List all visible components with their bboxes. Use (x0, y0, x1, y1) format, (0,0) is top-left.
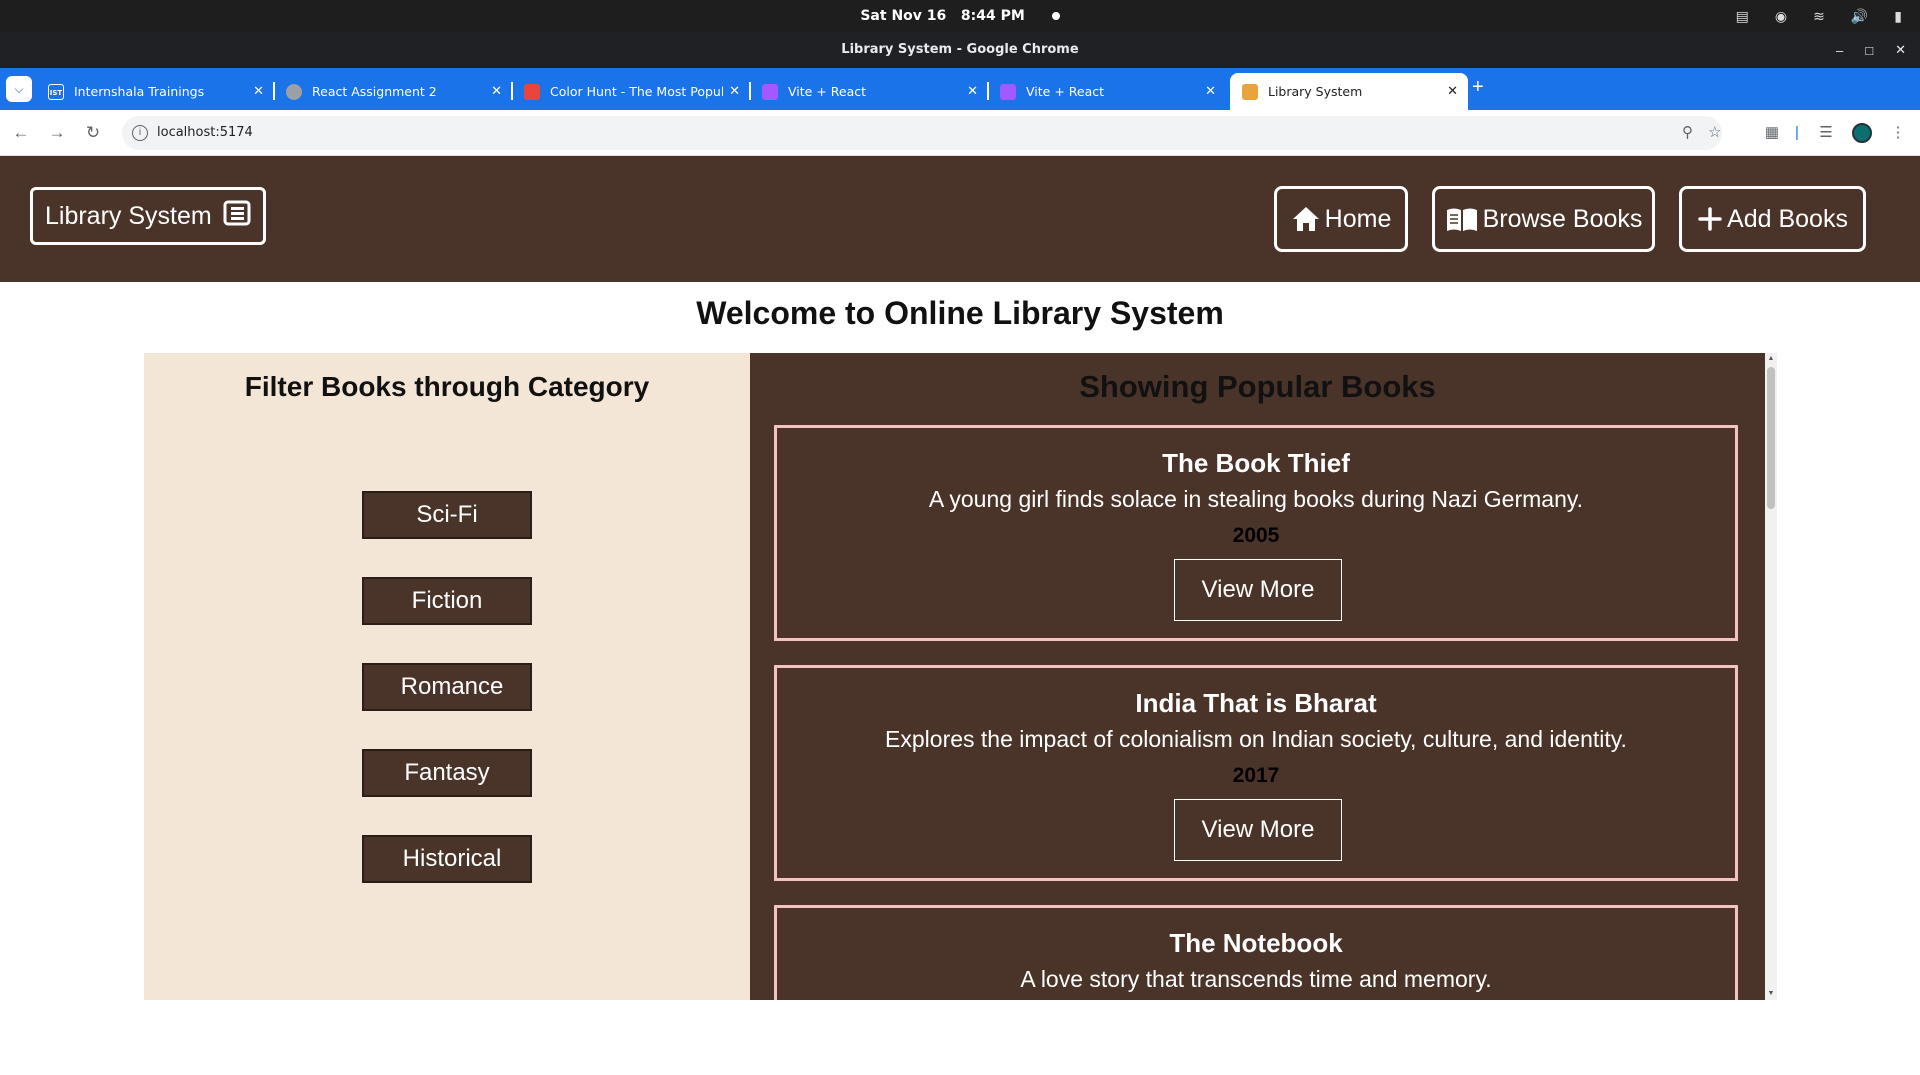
address-bar[interactable]: i localhost:5174 ⚲ ☆ (122, 116, 1722, 150)
scroll-up-arrow-icon[interactable]: ▲ (1765, 353, 1777, 365)
close-tab-icon[interactable]: ✕ (729, 84, 740, 99)
books-scrollbar[interactable]: ▲ ▼ (1765, 353, 1777, 1000)
category-fiction-button[interactable]: Fiction (362, 577, 532, 625)
tab-label: Vite + React (788, 84, 867, 99)
book-card: The Notebook A love story that transcend… (774, 905, 1738, 1000)
tab-internshala[interactable]: IST Internshala Trainings ✕ (36, 73, 275, 110)
site-info-icon[interactable]: i (132, 125, 148, 141)
back-arrow-icon[interactable]: ← (8, 120, 34, 146)
vite-favicon-icon (1000, 83, 1016, 100)
book-description: A young girl finds solace in stealing bo… (928, 486, 1584, 512)
library-favicon-icon (1242, 83, 1258, 100)
brand-name: Library System (45, 201, 212, 230)
nav-add-books-button[interactable]: Add Books (1679, 186, 1866, 252)
close-window-icon[interactable]: ✕ (1895, 42, 1906, 58)
reload-icon[interactable]: ↻ (80, 120, 106, 146)
clipboard-icon[interactable]: ▤ (1736, 8, 1749, 25)
book-description: Explores the impact of colonialism on In… (885, 726, 1627, 752)
category-sci-fi-button[interactable]: Sci-Fi (362, 491, 532, 539)
system-top-bar: Sat Nov 16 8:44 PM ▤ ◉ ≋ 🔊 ▮ (0, 0, 1920, 32)
tab-label: React Assignment 2 (312, 84, 437, 99)
internshala-favicon-icon: IST (48, 83, 64, 100)
tab-label: Internshala Trainings (74, 84, 205, 99)
chrome-menu-icon[interactable]: ⋮ (1886, 120, 1910, 146)
battery-icon[interactable]: ▮ (1894, 8, 1902, 25)
plus-icon (1697, 206, 1723, 232)
view-more-button[interactable]: View More (1174, 559, 1342, 621)
window-title-bar: Library System - Google Chrome – □ ✕ (0, 32, 1920, 68)
profile-avatar[interactable] (1852, 123, 1872, 143)
brand-logo-button[interactable]: Library System (30, 187, 266, 245)
discord-icon[interactable]: ◉ (1775, 8, 1787, 25)
book-title: The Notebook (1169, 928, 1343, 958)
page-title: Welcome to Online Library System (696, 295, 1224, 331)
close-tab-icon[interactable]: ✕ (967, 84, 978, 99)
tab-label: Library System (1268, 84, 1363, 99)
book-description: A love story that transcends time and me… (1020, 966, 1492, 992)
tab-vite-react-1[interactable]: Vite + React ✕ (750, 73, 989, 110)
tab-library-system[interactable]: Library System ✕ (1230, 73, 1468, 110)
vite-favicon-icon (762, 83, 778, 100)
nav-browse-books-button[interactable]: Browse Books (1432, 186, 1655, 252)
book-year: 2005 (1232, 524, 1280, 547)
new-tab-icon[interactable]: + (1472, 76, 1484, 99)
scrollbar-thumb[interactable] (1767, 367, 1775, 509)
bookmark-star-icon[interactable]: ☆ (1708, 116, 1721, 150)
close-tab-icon[interactable]: ✕ (491, 84, 502, 99)
popular-books-panel[interactable]: Showing Popular Books The Book Thief A y… (750, 353, 1765, 1000)
close-tab-icon[interactable]: ✕ (1447, 84, 1458, 99)
book-title: India That is Bharat (1135, 688, 1377, 718)
tab-vite-react-2[interactable]: Vite + React ✕ (988, 73, 1226, 110)
nav-home-label: Home (1324, 204, 1392, 233)
popular-books-title: Showing Popular Books (1079, 369, 1436, 404)
extensions-icon[interactable]: ▦ (1760, 120, 1784, 146)
forward-arrow-icon[interactable]: → (44, 120, 70, 146)
notification-dot-icon (1051, 12, 1060, 20)
url-text: localhost:5174 (157, 125, 253, 140)
toolbar-divider: | (1795, 124, 1799, 141)
view-more-button[interactable]: View More (1174, 799, 1342, 861)
window-title: Library System - Google Chrome (841, 42, 1079, 57)
system-clock[interactable]: Sat Nov 16 8:44 PM (0, 0, 1920, 32)
close-tab-icon[interactable]: ✕ (1205, 84, 1216, 99)
volume-icon[interactable]: 🔊 (1851, 8, 1868, 25)
book-card: The Book Thief A young girl finds solace… (774, 425, 1738, 641)
category-filter-panel: Filter Books through Category Sci-Fi Fic… (144, 353, 750, 1000)
nav-add-label: Add Books (1727, 204, 1848, 233)
media-queue-icon[interactable]: ☰ (1814, 120, 1838, 146)
filter-title: Filter Books through Category (244, 371, 650, 402)
maximize-icon[interactable]: □ (1865, 43, 1873, 58)
nav-browse-label: Browse Books (1482, 204, 1643, 233)
system-date: Sat Nov 16 (860, 8, 947, 24)
browser-toolbar: ← → ↻ i localhost:5174 ⚲ ☆ ▦ | ☰ ⋮ (0, 110, 1920, 156)
close-tab-icon[interactable]: ✕ (253, 84, 264, 99)
tab-label: Color Hunt - The Most Popul (550, 84, 724, 99)
category-historical-button[interactable]: Historical (362, 835, 532, 883)
window-controls: – □ ✕ (1836, 32, 1906, 68)
book-title: The Book Thief (1162, 448, 1350, 478)
tab-react-assignment[interactable]: React Assignment 2 ✕ (274, 73, 513, 110)
category-fantasy-button[interactable]: Fantasy (362, 749, 532, 797)
book-card: India That is Bharat Explores the impact… (774, 665, 1738, 881)
tab-search-chevron-icon[interactable]: ⌵ (6, 76, 32, 102)
newspaper-icon (222, 198, 252, 235)
home-icon (1291, 205, 1321, 233)
scroll-down-arrow-icon[interactable]: ▼ (1765, 988, 1777, 1000)
globe-favicon-icon (286, 83, 302, 100)
zoom-icon[interactable]: ⚲ (1682, 116, 1693, 150)
tab-label: Vite + React (1026, 84, 1105, 99)
open-book-icon (1445, 205, 1479, 233)
book-year: 2017 (1232, 764, 1280, 787)
color-hunt-favicon-icon (524, 83, 540, 100)
app-header: Library System Home Browse Books Add Boo… (0, 156, 1920, 282)
system-tray: ▤ ◉ ≋ 🔊 ▮ (1736, 0, 1902, 32)
tab-strip: ⌵ IST Internshala Trainings ✕ React Assi… (0, 68, 1920, 110)
system-time: 8:44 PM (960, 8, 1025, 24)
minimize-icon[interactable]: – (1836, 43, 1843, 58)
category-romance-button[interactable]: Romance (362, 663, 532, 711)
wifi-icon[interactable]: ≋ (1813, 8, 1825, 25)
nav-home-button[interactable]: Home (1274, 186, 1408, 252)
tab-color-hunt[interactable]: Color Hunt - The Most Popul ✕ (512, 73, 751, 110)
